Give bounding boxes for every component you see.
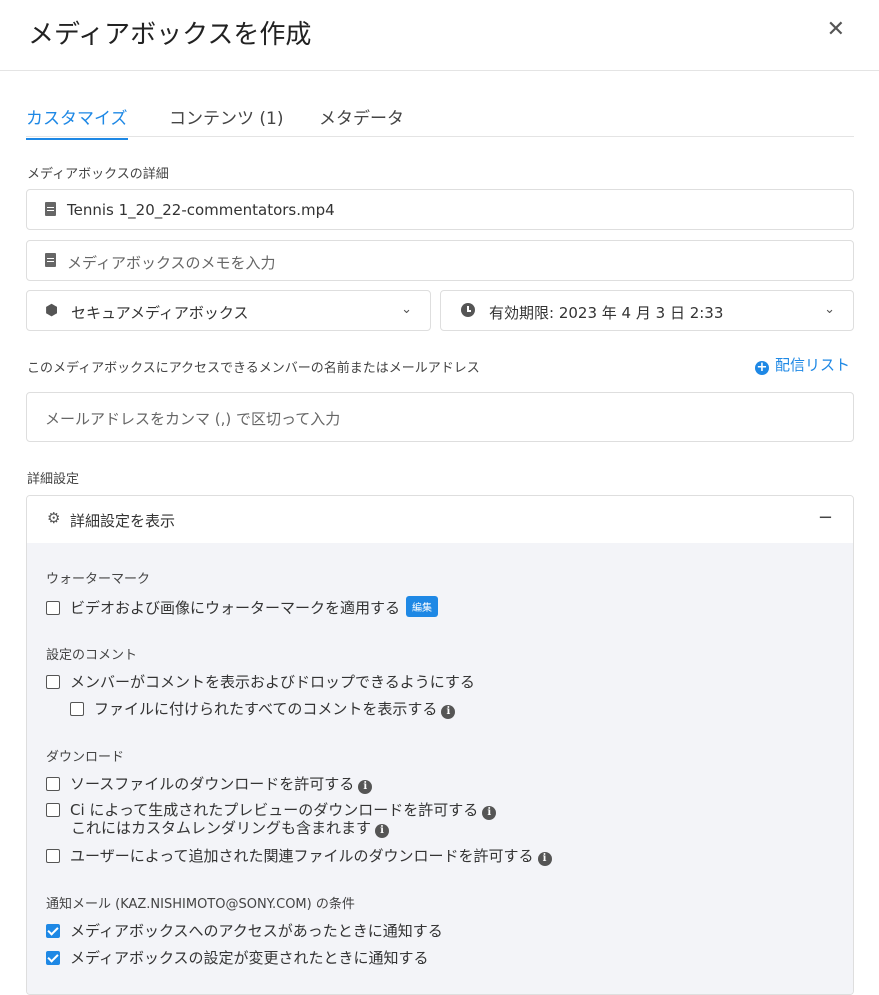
file-icon bbox=[45, 253, 56, 267]
download-heading: ダウンロード bbox=[46, 750, 125, 765]
download-source-label: ソースファイルのダウンロードを許可する bbox=[70, 775, 355, 793]
comments-allow-option: メンバーがコメントを表示およびドロップできるようにする bbox=[46, 671, 475, 692]
email-input[interactable]: メールアドレスをカンマ (,) で区切って入力 bbox=[26, 392, 854, 442]
name-value: Tennis 1_20_22-commentators.mp4 bbox=[67, 201, 335, 219]
advanced-settings-toggle[interactable]: ⚙ 詳細設定を表示 − bbox=[27, 496, 853, 543]
download-related-checkbox[interactable] bbox=[46, 849, 60, 863]
download-related-option: ユーザーによって追加された関連ファイルのダウンロードを許可する i bbox=[46, 845, 552, 866]
expiry-text: 有効期限: 2023 年 4 月 3 日 2:33 bbox=[489, 302, 723, 323]
comments-show-all-option: ファイルに付けられたすべてのコメントを表示する i bbox=[70, 698, 456, 719]
info-icon[interactable]: i bbox=[537, 852, 552, 866]
chevron-down-icon: ⌄ bbox=[824, 302, 835, 317]
notify-heading: 通知メール (KAZ.NISHIMOTO@SONY.COM) の条件 bbox=[46, 897, 355, 912]
notify-access-option: メディアボックスへのアクセスがあったときに通知する bbox=[46, 920, 443, 941]
collapse-icon[interactable]: − bbox=[818, 507, 833, 528]
notify-access-checkbox[interactable] bbox=[46, 924, 60, 938]
email-placeholder: メールアドレスをカンマ (,) で区切って入力 bbox=[45, 410, 341, 428]
dialog-header: メディアボックスを作成 ✕ bbox=[0, 0, 879, 71]
info-icon[interactable]: i bbox=[358, 780, 373, 794]
advanced-settings-panel: ⚙ 詳細設定を表示 − ウォーターマーク ビデオおよび画像にウォーターマークを適… bbox=[26, 495, 854, 995]
clock-icon bbox=[461, 303, 475, 317]
download-preview-sublabel-row: これにはカスタムレンダリングも含まれます i bbox=[71, 817, 390, 838]
access-label: このメディアボックスにアクセスできるメンバーの名前またはメールアドレス bbox=[27, 361, 480, 376]
file-icon bbox=[45, 202, 56, 216]
details-section-label: メディアボックスの詳細 bbox=[27, 167, 169, 182]
expiry-select[interactable]: 有効期限: 2023 年 4 月 3 日 2:33 ⌄ bbox=[440, 290, 854, 331]
notify-changed-checkbox[interactable] bbox=[46, 951, 60, 965]
tab-bar: カスタマイズ コンテンツ (1) メタデータ bbox=[26, 100, 854, 140]
note-input[interactable]: メディアボックスのメモを入力 bbox=[26, 240, 854, 281]
dialog-title: メディアボックスを作成 bbox=[28, 20, 312, 50]
comments-show-all-checkbox[interactable] bbox=[70, 702, 84, 716]
advanced-settings-body: ウォーターマーク ビデオおよび画像にウォーターマークを適用する 編集 設定のコメン… bbox=[27, 543, 853, 994]
notify-changed-option: メディアボックスの設定が変更されたときに通知する bbox=[46, 947, 429, 968]
expiry-value: 2023 年 4 月 3 日 2:33 bbox=[558, 304, 724, 322]
type-value: セキュアメディアボックス bbox=[71, 304, 249, 322]
tab-customize[interactable]: カスタマイズ bbox=[26, 104, 128, 140]
download-source-option: ソースファイルのダウンロードを許可する i bbox=[46, 773, 373, 794]
notify-access-label: メディアボックスへのアクセスがあったときに通知する bbox=[70, 922, 443, 940]
watermark-heading: ウォーターマーク bbox=[46, 572, 151, 587]
distribution-list-label: 配信リスト bbox=[775, 356, 851, 374]
type-select[interactable]: ⬢ セキュアメディアボックス ⌄ bbox=[26, 290, 431, 331]
comments-allow-checkbox[interactable] bbox=[46, 675, 60, 689]
watermark-label: ビデオおよび画像にウォーターマークを適用する bbox=[70, 599, 401, 617]
name-field[interactable]: Tennis 1_20_22-commentators.mp4 bbox=[26, 189, 854, 230]
download-preview-checkbox[interactable] bbox=[46, 803, 60, 817]
info-icon[interactable]: i bbox=[441, 705, 456, 719]
watermark-checkbox[interactable] bbox=[46, 601, 60, 615]
distribution-list-button[interactable]: + 配信リスト bbox=[755, 354, 850, 375]
notify-changed-label: メディアボックスの設定が変更されたときに通知する bbox=[70, 949, 429, 967]
download-source-checkbox[interactable] bbox=[46, 777, 60, 791]
download-related-label: ユーザーによって追加された関連ファイルのダウンロードを許可する bbox=[70, 847, 534, 865]
chevron-down-icon: ⌄ bbox=[401, 302, 412, 317]
gear-icon: ⚙ bbox=[47, 509, 61, 527]
close-icon[interactable]: ✕ bbox=[827, 17, 845, 43]
note-placeholder: メディアボックスのメモを入力 bbox=[67, 254, 276, 272]
watermark-edit-button[interactable]: 編集 bbox=[406, 596, 439, 617]
tab-contents[interactable]: コンテンツ (1) bbox=[169, 104, 283, 138]
cube-icon: ⬢ bbox=[45, 301, 59, 319]
advanced-section-label: 詳細設定 bbox=[27, 472, 80, 487]
expiry-label: 有効期限: bbox=[489, 304, 555, 322]
tab-metadata[interactable]: メタデータ bbox=[319, 104, 404, 138]
info-icon[interactable]: i bbox=[482, 806, 497, 820]
comments-show-all-label: ファイルに付けられたすべてのコメントを表示する bbox=[94, 700, 438, 718]
plus-circle-icon: + bbox=[755, 360, 769, 375]
comments-heading: 設定のコメント bbox=[46, 648, 138, 663]
advanced-toggle-label: 詳細設定を表示 bbox=[70, 512, 176, 530]
watermark-option: ビデオおよび画像にウォーターマークを適用する 編集 bbox=[46, 596, 439, 618]
download-preview-sublabel: これにはカスタムレンダリングも含まれます bbox=[71, 819, 372, 837]
comments-allow-label: メンバーがコメントを表示およびドロップできるようにする bbox=[70, 673, 475, 691]
info-icon[interactable]: i bbox=[375, 824, 390, 838]
